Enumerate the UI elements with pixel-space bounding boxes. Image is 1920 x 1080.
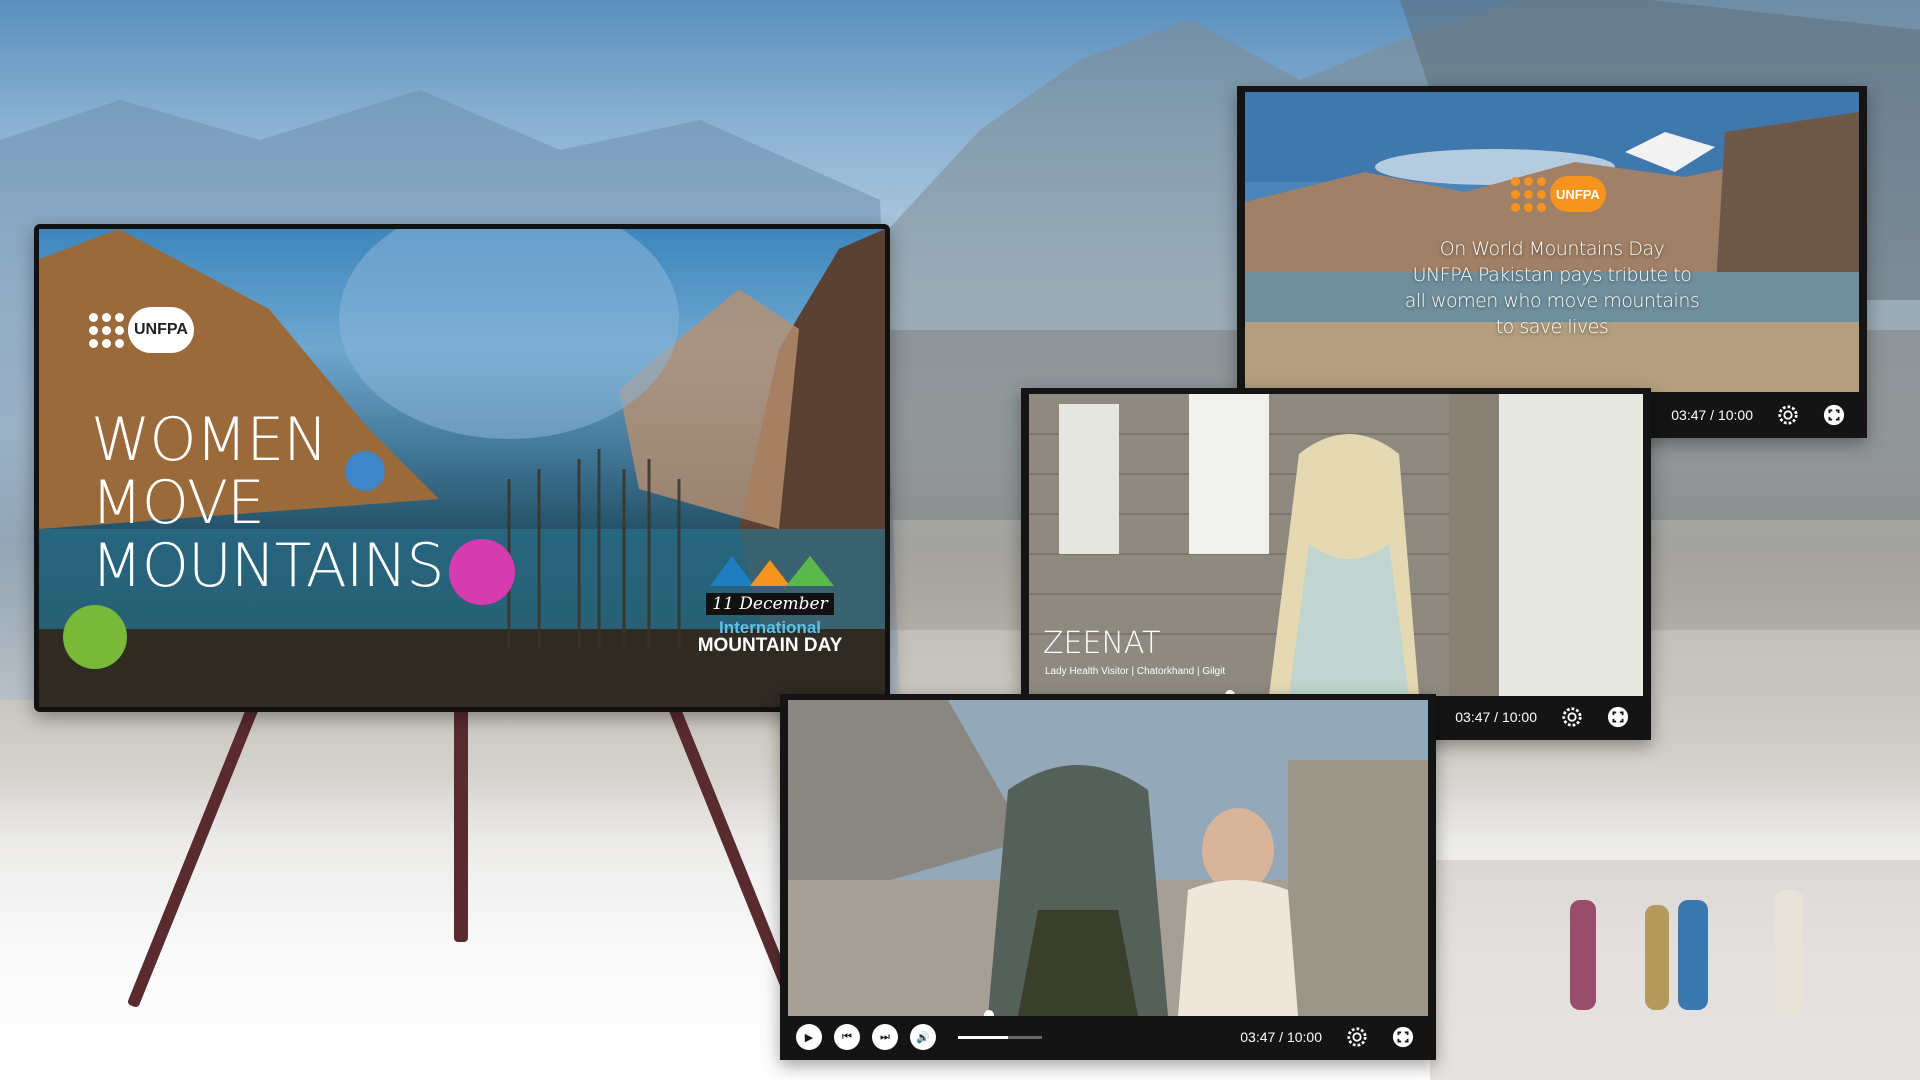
- video-1-time: 03:47 / 10:00: [1671, 407, 1753, 423]
- video-3-volume-fill: [958, 1035, 1009, 1039]
- scene: UNFPA WOMEN MOVE MOUNTAINS 11 December I…: [0, 0, 1920, 1080]
- tv-screen: UNFPA WOMEN MOVE MOUNTAINS 11 December I…: [39, 229, 885, 707]
- video-player-3: ▶ ⏮ ⏭ 🔊 03:47 / 10:00: [780, 694, 1436, 1060]
- video-1-caption-line-1: On World Mountains Day: [1439, 238, 1665, 260]
- video-1-unfpa-logo: UNFPA: [1511, 176, 1606, 212]
- tv-display: UNFPA WOMEN MOVE MOUNTAINS 11 December I…: [34, 224, 890, 712]
- unfpa-dots-icon: [1511, 176, 1546, 212]
- video-player-2: ZEENAT Lady Health Visitor | Chatorkhand…: [1021, 388, 1651, 740]
- skip-forward-icon[interactable]: ⏭: [872, 1024, 898, 1050]
- settings-icon[interactable]: [1559, 704, 1585, 730]
- video-3-time: 03:47 / 10:00: [1240, 1029, 1322, 1045]
- mountain-day-icon: [710, 556, 834, 586]
- easel-center-leg: [454, 706, 468, 942]
- fullscreen-icon[interactable]: [1821, 402, 1847, 428]
- event-date: 11 December: [706, 593, 834, 615]
- fullscreen-icon[interactable]: [1605, 704, 1631, 730]
- play-icon[interactable]: ▶: [796, 1024, 822, 1050]
- tv-logo-text: UNFPA: [128, 307, 194, 353]
- tv-headline-line-3: MOUNTAINS: [91, 531, 444, 601]
- video-1-caption: On World Mountains Day UNFPA Pakistan pa…: [1385, 236, 1719, 340]
- tv-headline-line-1: WOMEN: [91, 405, 328, 475]
- unfpa-dots-icon: [89, 312, 124, 348]
- video-frame-3[interactable]: [788, 700, 1428, 1016]
- video-1-caption-line-3: all women who move mountains: [1404, 290, 1700, 312]
- event-line-1: International: [718, 618, 821, 637]
- video-1-logo-text: UNFPA: [1550, 176, 1606, 212]
- video-1-caption-line-4: to save lives: [1495, 316, 1609, 338]
- video-2-time: 03:47 / 10:00: [1455, 709, 1537, 725]
- video-frame-1[interactable]: UNFPA On World Mountains Day UNFPA Pakis…: [1245, 92, 1859, 392]
- video-player-1: UNFPA On World Mountains Day UNFPA Pakis…: [1237, 86, 1867, 438]
- settings-icon[interactable]: [1344, 1024, 1370, 1050]
- walking-women-scene: [1430, 860, 1920, 1080]
- fullscreen-icon[interactable]: [1390, 1024, 1416, 1050]
- mountain-day-badge: 11 December International MOUNTAIN DAY: [685, 552, 855, 655]
- tv-headline-line-2: MOVE: [91, 468, 265, 538]
- green-dot: [63, 605, 127, 669]
- blue-dot: [345, 451, 385, 491]
- speaker-name: ZEENAT: [1043, 626, 1161, 661]
- video-3-volume-slider[interactable]: [958, 1035, 1042, 1039]
- speaker-subtitle: Lady Health Visitor | Chatorkhand | Gilg…: [1045, 666, 1226, 677]
- video-3-controls: ▶ ⏮ ⏭ 🔊 03:47 / 10:00: [780, 1014, 1436, 1060]
- volume-icon[interactable]: 🔊: [910, 1024, 936, 1050]
- tv-unfpa-logo: UNFPA: [89, 307, 194, 353]
- tv-headline: WOMEN MOVE MOUNTAINS: [91, 409, 444, 598]
- settings-icon[interactable]: [1775, 402, 1801, 428]
- pink-dot: [449, 539, 515, 605]
- video-frame-2[interactable]: ZEENAT Lady Health Visitor | Chatorkhand…: [1029, 394, 1643, 696]
- video-1-caption-line-2: UNFPA Pakistan pays tribute to: [1412, 264, 1692, 286]
- skip-back-icon[interactable]: ⏮: [834, 1024, 860, 1050]
- video-3-scene: [788, 700, 1428, 1016]
- event-line-2: MOUNTAIN DAY: [697, 635, 843, 656]
